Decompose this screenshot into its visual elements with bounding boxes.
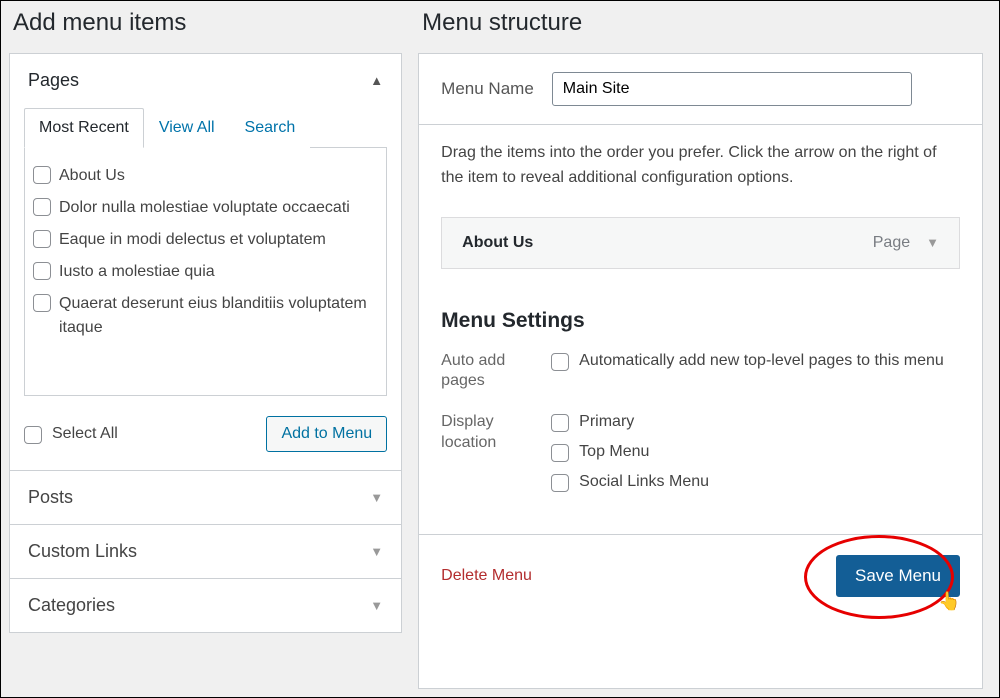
menu-item-type: Page	[873, 234, 910, 252]
chevron-down-icon: ▼	[370, 490, 383, 505]
select-all-label: Select All	[52, 425, 118, 443]
auto-add-text: Automatically add new top-level pages to…	[579, 352, 944, 370]
location-primary[interactable]: Primary	[551, 412, 709, 432]
accordion-label: Custom Links	[28, 541, 137, 562]
delete-menu-link[interactable]: Delete Menu	[441, 567, 532, 585]
location-top-menu[interactable]: Top Menu	[551, 442, 709, 462]
page-item-label: About Us	[59, 164, 378, 188]
menu-name-label: Menu Name	[441, 79, 534, 99]
display-location-label: Display location	[441, 412, 533, 454]
location-checkbox[interactable]	[551, 474, 569, 492]
pages-tabs: Most Recent View All Search	[24, 107, 387, 148]
add-items-title: Add menu items	[13, 9, 402, 37]
menu-name-input[interactable]	[552, 72, 912, 106]
location-social[interactable]: Social Links Menu	[551, 472, 709, 492]
page-item-label: Iusto a molestiae quia	[59, 260, 378, 284]
accordion-pages: Pages ▲ Most Recent View All Search Abou…	[10, 54, 401, 471]
auto-add-checkbox[interactable]	[551, 353, 569, 371]
instructions-text: Drag the items into the order you prefer…	[441, 141, 960, 191]
select-all[interactable]: Select All	[24, 424, 118, 444]
menu-edit-panel: Menu Name Drag the items into the order …	[418, 53, 983, 689]
chevron-down-icon: ▼	[370, 598, 383, 613]
menu-item-title: About Us	[462, 234, 533, 252]
chevron-down-icon: ▼	[370, 544, 383, 559]
tab-most-recent[interactable]: Most Recent	[24, 108, 144, 148]
auto-add-option[interactable]: Automatically add new top-level pages to…	[551, 351, 944, 371]
page-item-label: Dolor nulla molestiae voluptate occaecat…	[59, 196, 378, 220]
accordion-header-posts[interactable]: Posts ▼	[10, 471, 401, 524]
page-item-label: Eaque in modi delectus et voluptatem	[59, 228, 378, 252]
page-checkbox[interactable]	[33, 294, 51, 312]
page-item[interactable]: Iusto a molestiae quia	[33, 256, 378, 288]
page-item[interactable]: Eaque in modi delectus et voluptatem	[33, 224, 378, 256]
accordion-label: Posts	[28, 487, 73, 508]
accordion-label: Pages	[28, 70, 79, 91]
accordion-posts: Posts ▼	[10, 471, 401, 525]
auto-add-label: Auto add pages	[441, 351, 533, 393]
page-item[interactable]: About Us	[33, 160, 378, 192]
page-checkbox[interactable]	[33, 198, 51, 216]
accordion-categories: Categories ▼	[10, 579, 401, 632]
pages-list[interactable]: About Us Dolor nulla molestiae voluptate…	[24, 148, 387, 396]
tab-search[interactable]: Search	[230, 108, 311, 148]
menu-settings-title: Menu Settings	[441, 309, 960, 333]
tab-view-all[interactable]: View All	[144, 108, 230, 148]
chevron-up-icon: ▲	[370, 73, 383, 88]
location-text: Primary	[579, 413, 634, 431]
location-text: Top Menu	[579, 443, 649, 461]
menu-structure-title: Menu structure	[422, 9, 983, 37]
accordion-header-pages[interactable]: Pages ▲	[10, 54, 401, 107]
location-checkbox[interactable]	[551, 414, 569, 432]
chevron-down-icon[interactable]: ▼	[926, 235, 939, 250]
save-menu-button[interactable]: Save Menu	[836, 555, 960, 597]
page-checkbox[interactable]	[33, 262, 51, 280]
accordion-header-custom-links[interactable]: Custom Links ▼	[10, 525, 401, 578]
page-item-label: Quaerat deserunt eius blanditiis volupta…	[59, 292, 378, 340]
select-all-checkbox[interactable]	[24, 426, 42, 444]
location-text: Social Links Menu	[579, 473, 709, 491]
add-to-menu-button[interactable]: Add to Menu	[266, 416, 387, 452]
accordion-panel: Pages ▲ Most Recent View All Search Abou…	[9, 53, 402, 633]
menu-item[interactable]: About Us Page ▼	[441, 217, 960, 269]
page-checkbox[interactable]	[33, 230, 51, 248]
page-item[interactable]: Dolor nulla molestiae voluptate occaecat…	[33, 192, 378, 224]
accordion-custom-links: Custom Links ▼	[10, 525, 401, 579]
location-checkbox[interactable]	[551, 444, 569, 462]
page-checkbox[interactable]	[33, 166, 51, 184]
page-item[interactable]: Quaerat deserunt eius blanditiis volupta…	[33, 288, 378, 344]
accordion-header-categories[interactable]: Categories ▼	[10, 579, 401, 632]
accordion-label: Categories	[28, 595, 115, 616]
